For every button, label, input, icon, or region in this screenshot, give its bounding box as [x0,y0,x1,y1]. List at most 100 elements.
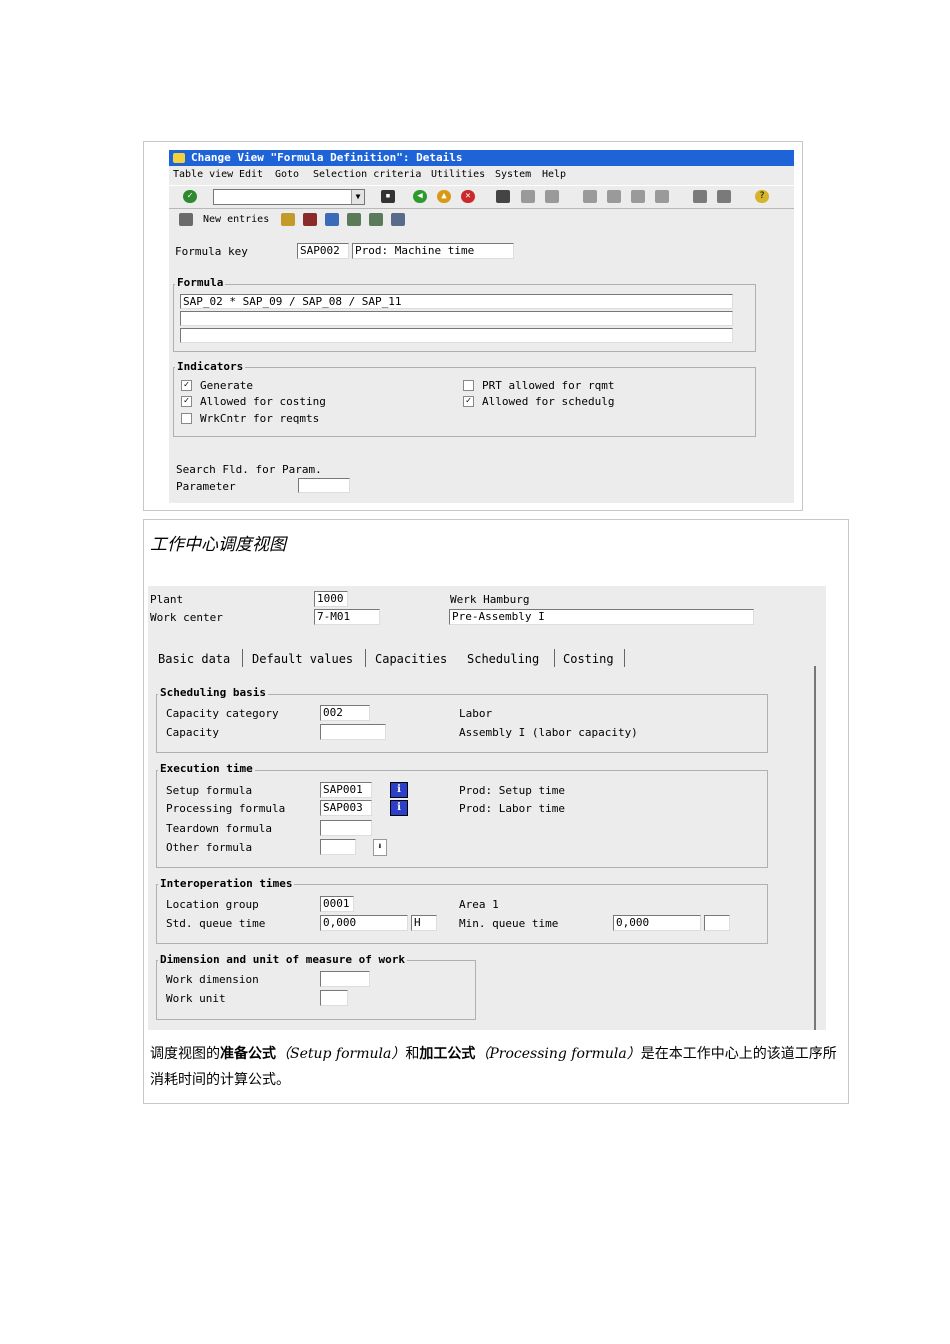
cancel-icon[interactable]: ✕ [461,190,475,203]
wrkcntr-for-reqmts-checkbox[interactable] [181,413,192,424]
first-page-icon[interactable] [583,190,597,203]
dimension-group [156,960,476,1020]
caption-processing-term: 加工公式 [419,1046,476,1062]
processing-formula-field[interactable]: SAP003 [320,800,372,816]
tab-default-values[interactable]: Default values [252,650,353,668]
sap-window: Change View "Formula Definition": Detail… [169,150,794,503]
menu-utilities[interactable]: Utilities [431,167,485,183]
setup-formula-description: Prod: Setup time [459,784,565,797]
tab-costing[interactable]: Costing [563,650,614,668]
menu-table-view[interactable]: Table view [173,167,233,183]
scheduling-view-panel: 工作中心调度视图 Plant 1000 Werk Hamburg Work ce… [143,519,849,1104]
info-icon[interactable]: i [390,782,408,798]
tab-scheduling[interactable]: Scheduling [467,650,539,668]
capacity-label: Capacity [166,726,219,739]
setup-formula-label: Setup formula [166,784,253,797]
tab-capacities[interactable]: Capacities [375,650,447,668]
work-center-label: Work center [150,611,223,624]
chevron-down-icon[interactable]: ▼ [351,190,364,204]
execution-time-title: Execution time [158,762,255,775]
help-icon[interactable]: ? [755,190,769,203]
menu-system[interactable]: System [495,167,531,183]
wrkcntr-for-reqmts-label: WrkCntr for reqmts [200,412,320,425]
min-queue-time-unit[interactable] [704,915,730,931]
teardown-formula-field[interactable] [320,820,372,836]
back-icon[interactable]: ◀ [413,190,427,203]
generate-checkbox[interactable]: ✓ [181,380,192,391]
exit-icon[interactable]: ▲ [437,190,451,203]
work-unit-field[interactable] [320,990,348,1006]
application-toolbar: New entries [169,208,794,230]
new-session-icon[interactable] [693,190,707,203]
scheduling-basis-title: Scheduling basis [158,686,268,699]
shortcut-icon[interactable] [717,190,731,203]
undo-icon[interactable] [325,213,339,226]
caption-text: 调度视图的准备公式（Setup formula）和加工公式（Processing… [150,1041,840,1093]
capacity-category-field[interactable]: 002 [320,705,370,721]
plant-label: Plant [150,593,184,606]
formula-group-title: Formula [175,276,226,289]
previous-entry-icon[interactable] [347,213,361,226]
work-dimension-field[interactable] [320,971,370,987]
prt-allowed-checkbox[interactable] [463,380,474,391]
next-page-icon[interactable] [631,190,645,203]
std-queue-time-field[interactable]: 0,000 [320,915,408,931]
other-formula-label: Other formula [166,841,253,854]
previous-page-icon[interactable] [607,190,621,203]
parameter-field[interactable] [298,478,350,493]
plant-description: Werk Hamburg [450,593,530,606]
formula-line-3[interactable] [180,328,733,343]
select-all-icon[interactable] [391,213,405,226]
other-formula-field[interactable] [320,839,356,855]
last-page-icon[interactable] [655,190,669,203]
std-queue-time-unit[interactable]: H [411,915,437,931]
allowed-for-schedulg-label: Allowed for schedulg [482,395,615,408]
formula-key-label: Formula key [175,245,248,258]
display-change-icon[interactable] [179,213,193,226]
location-group-field[interactable]: 0001 [320,896,354,912]
next-entry-icon[interactable] [369,213,383,226]
formula-line-2[interactable] [180,311,733,326]
capacity-field[interactable] [320,724,386,740]
find-icon[interactable] [521,190,535,203]
allowed-for-costing-label: Allowed for costing [200,395,326,408]
min-queue-time-field[interactable]: 0,000 [613,915,701,931]
formula-key-description: Prod: Machine time [352,243,514,259]
tab-basic-data[interactable]: Basic data [158,650,230,668]
capacity-description: Assembly I (labor capacity) [459,726,638,739]
processing-formula-label: Processing formula [166,802,286,815]
find-next-icon[interactable] [545,190,559,203]
work-center-field[interactable]: 7-M01 [314,609,380,625]
save-icon[interactable]: ▪ [381,190,395,203]
delete-icon[interactable] [303,213,317,226]
plant-field[interactable]: 1000 [314,591,348,607]
formula-key-field[interactable]: SAP002 [297,243,349,259]
allowed-for-costing-checkbox[interactable]: ✓ [181,396,192,407]
new-entries-button[interactable]: New entries [203,214,269,225]
min-queue-time-label: Min. queue time [459,917,559,930]
copy-as-icon[interactable] [281,213,295,226]
generate-label: Generate [200,379,253,392]
command-field[interactable]: ▼ [213,189,365,205]
dropdown-arrow-icon[interactable]: ⬇ [373,839,387,856]
menu-goto[interactable]: Goto [275,167,299,183]
std-queue-time-label: Std. queue time [166,917,266,930]
enter-icon[interactable]: ✓ [183,190,197,203]
print-icon[interactable] [496,190,510,203]
menu-edit[interactable]: Edit [239,167,263,183]
menu-selection-criteria[interactable]: Selection criteria [313,167,421,183]
info-icon[interactable]: i [390,800,408,816]
caption-setup-term: 准备公式 [220,1046,276,1062]
processing-formula-description: Prod: Labor time [459,802,565,815]
menu-help[interactable]: Help [542,167,566,183]
setup-formula-field[interactable]: SAP001 [320,782,372,798]
interoperation-times-group [156,884,768,944]
caption-processing-en: （Processing formula） [475,1046,641,1062]
tab-page-border [814,666,816,1030]
caption-part-1: 调度视图的 [150,1046,220,1062]
allowed-for-schedulg-checkbox[interactable]: ✓ [463,396,474,407]
formula-line-1[interactable]: SAP_02 * SAP_09 / SAP_08 / SAP_11 [180,294,733,309]
menu-bar: Table view Edit Goto Selection criteria … [169,167,794,183]
interoperation-times-title: Interoperation times [158,877,295,890]
work-dimension-label: Work dimension [166,973,259,986]
